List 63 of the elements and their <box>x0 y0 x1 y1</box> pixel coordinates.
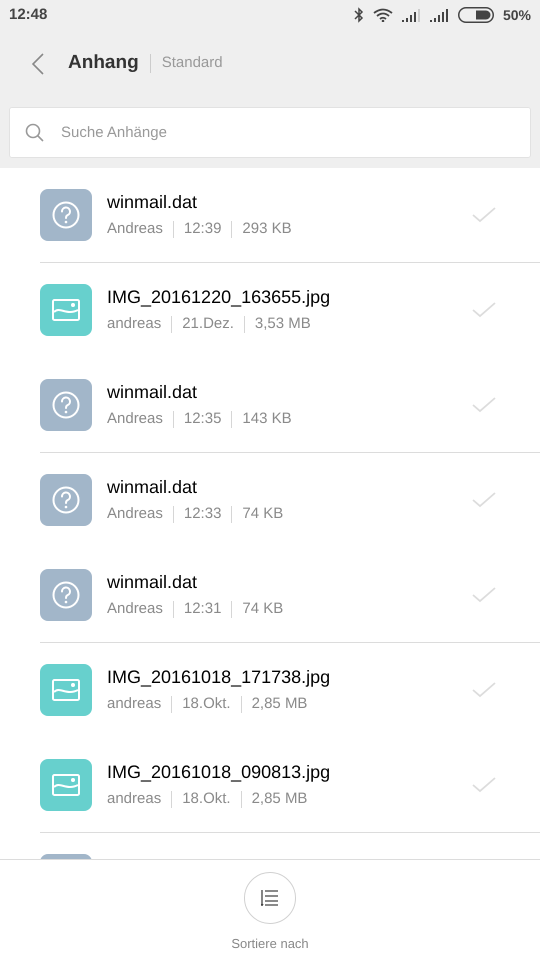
attachment-item[interactable]: winmail.dat Andreas 12:35 143 KB <box>40 358 540 452</box>
file-date: 21.Dez. <box>182 314 234 334</box>
unknown-file-icon <box>40 189 92 241</box>
sort-button[interactable]: Sortiere nach <box>231 872 309 954</box>
check-icon[interactable] <box>472 777 496 793</box>
battery-icon <box>458 7 494 23</box>
file-sender: andreas <box>107 314 162 334</box>
file-name: IMG_20161220_163655.jpg <box>107 286 332 309</box>
check-icon[interactable] <box>472 492 496 508</box>
signal-icon <box>402 8 421 22</box>
file-sender: andreas <box>107 788 162 809</box>
file-name: winmail.dat <box>107 380 198 404</box>
wifi-icon <box>372 8 393 22</box>
file-name: IMG_20161018_090813.jpg <box>107 760 332 784</box>
image-file-icon <box>40 284 92 336</box>
file-size: 2,85 MB <box>252 694 308 714</box>
attachment-item[interactable]: winmail.dat Andreas 12:39 293 KB <box>40 168 540 262</box>
unknown-file-icon <box>40 569 92 621</box>
file-size: 2,85 MB <box>252 788 308 809</box>
battery-percent: 50% <box>502 6 531 24</box>
file-date: 12:39 <box>184 218 222 239</box>
check-icon[interactable] <box>472 302 496 318</box>
file-size: 74 KB <box>242 598 284 619</box>
file-sender: Andreas <box>107 504 163 524</box>
file-name: winmail.dat <box>107 570 198 594</box>
file-sender: Andreas <box>107 598 163 619</box>
image-file-icon <box>40 664 92 716</box>
attachment-item[interactable]: IMG_20161018_090813.jpg andreas 18.Okt. 2,85 MB <box>40 738 540 832</box>
attachment-item[interactable]: IMG_20161018_171738.jpg andreas 18.Okt. 2,85 MB <box>40 643 540 737</box>
attachment-item[interactable]: IMG_20161220_163655.jpg andreas 21.Dez. 3,53 MB <box>40 263 540 357</box>
sort-icon <box>260 890 279 906</box>
check-icon[interactable] <box>472 682 496 698</box>
file-date: 18.Okt. <box>182 788 231 809</box>
search-field[interactable]: Suche Anhänge <box>9 107 531 158</box>
check-icon[interactable] <box>472 587 496 603</box>
file-name: winmail.dat <box>107 190 198 214</box>
file-sender: andreas <box>107 694 162 714</box>
status-time: 12:48 <box>9 4 48 25</box>
bluetooth-icon <box>354 7 364 23</box>
file-date: 12:35 <box>184 408 222 429</box>
file-date: 12:31 <box>184 598 222 619</box>
image-file-icon <box>40 759 92 811</box>
search-icon <box>25 123 44 142</box>
file-name: winmail.dat <box>107 476 198 499</box>
attachment-item[interactable]: winmail.dat Andreas 12:33 74 KB <box>40 453 540 547</box>
file-sender: Andreas <box>107 218 163 239</box>
back-icon <box>32 52 44 74</box>
check-icon[interactable] <box>472 207 496 223</box>
file-date: 18.Okt. <box>182 694 231 714</box>
signal-icon <box>430 8 449 22</box>
file-size: 3,53 MB <box>254 314 311 334</box>
file-name: IMG_20161018_171738.jpg <box>107 666 332 689</box>
attachment-item[interactable]: winmail.dat Andreas 12:31 74 KB <box>40 548 540 642</box>
file-size: 293 KB <box>242 218 292 239</box>
unknown-file-icon <box>40 379 92 431</box>
file-size: 143 KB <box>242 408 292 429</box>
file-sender: Andreas <box>107 408 163 429</box>
file-date: 12:33 <box>184 504 222 524</box>
unknown-file-icon <box>40 474 92 526</box>
page-subtitle: Standard <box>162 53 223 74</box>
check-icon[interactable] <box>472 397 496 413</box>
file-size: 74 KB <box>242 504 284 524</box>
page-title: Anhang <box>68 51 139 76</box>
